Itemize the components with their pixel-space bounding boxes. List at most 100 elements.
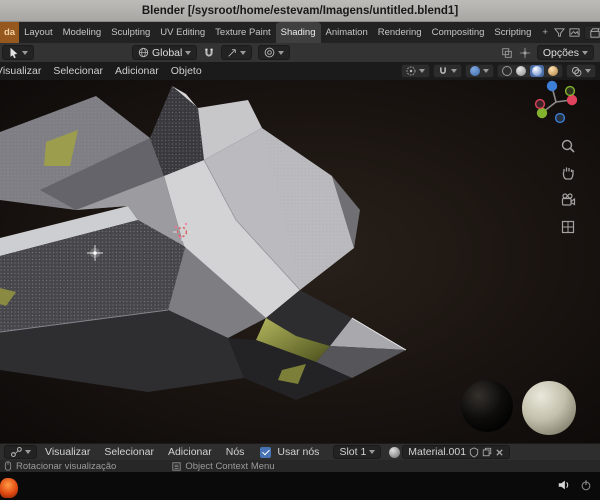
taskbar-right [557,478,592,492]
chevron-down-icon [22,50,28,55]
topbar-right: Scene [553,22,600,43]
menu-objeto[interactable]: Objeto [165,62,208,80]
tab-modeling[interactable]: Modeling [58,22,107,43]
material-shading-icon [532,66,542,76]
material-name-field[interactable]: Material.001 [402,445,511,459]
chevron-down-icon [585,69,591,73]
pivot-point-dropdown[interactable] [401,64,430,78]
tab-sculpting[interactable]: Sculpting [106,22,155,43]
tab-compositing[interactable]: Compositing [427,22,490,43]
snap-magnet-icon[interactable] [203,47,215,59]
tab-shading[interactable]: Shading [275,22,321,43]
copy-material-icon[interactable] [482,447,492,457]
status-left: Rotacionar visualização [4,461,116,472]
zoom-icon[interactable] [560,138,576,159]
3d-viewport[interactable]: Visualizar Selecionar Adicionar Objeto [0,62,600,443]
blender-window: Blender [/sysroot/home/estevam/Imagens/u… [0,0,600,500]
status-bar: Rotacionar visualização Object Context M… [0,460,600,472]
node-editor-icon [10,446,22,458]
tab-scripting[interactable]: Scripting [489,22,536,43]
tab-uv-editing[interactable]: UV Editing [155,22,210,43]
proportional-editing-icon [264,47,275,58]
navigation-gizmo[interactable] [532,78,580,131]
camera-view-icon[interactable] [560,192,576,213]
gizmo-sphere-icon [470,66,480,76]
transform-orientation-dropdown[interactable]: Global [132,45,198,60]
shader-menu-nos[interactable]: Nós [220,443,251,461]
tab-rendering[interactable]: Rendering [373,22,427,43]
status-hint-context: Object Context Menu [185,460,275,472]
object-mode-dropdown[interactable] [2,45,34,60]
axis-x-negative-icon [534,98,546,110]
add-workspace-button[interactable]: + [536,22,554,43]
tab-animation[interactable]: Animation [321,22,373,43]
filter-icon[interactable] [553,27,565,38]
scene-selector[interactable]: Scene [583,25,600,40]
window-title: Blender [/sysroot/home/estevam/Imagens/u… [141,4,459,17]
snap-dropdown[interactable] [433,64,462,78]
status-context: Object Context Menu [172,460,275,472]
viewport-nav-controls [560,138,576,240]
proportional-editing-dropdown[interactable] [258,45,291,60]
overlays-icon [571,66,582,77]
solid-shading-icon[interactable] [516,66,526,76]
window-titlebar[interactable]: Blender [/sysroot/home/estevam/Imagens/u… [0,0,600,22]
viewport-visibility-icon[interactable] [501,47,513,59]
shading-mode-switcher [497,64,563,78]
desktop-taskbar [0,472,600,500]
chevron-down-icon [483,69,489,73]
app-launcher-icon[interactable] [0,478,18,498]
editor-type-dropdown[interactable] [4,445,37,459]
tab-partial[interactable]: da [0,22,20,43]
preview-sphere-black[interactable] [461,380,513,432]
axis-y-negative-icon [564,85,576,97]
viewport-gizmos-icon[interactable] [519,47,531,59]
options-dropdown[interactable]: Opções [536,45,594,60]
chevron-down-icon [278,50,285,55]
globe-icon [138,47,149,58]
shader-menu-visualizar[interactable]: Visualizar [39,443,96,461]
snap-target-icon [227,48,237,58]
pivot-point-icon [406,66,416,76]
use-nodes-label: Usar nós [277,446,320,458]
axis-z-negative-icon [554,112,566,124]
speaker-icon[interactable] [557,478,571,492]
chevron-down-icon [451,69,457,73]
shader-menu-adicionar[interactable]: Adicionar [162,443,218,461]
topbar: da Layout Modeling Sculpting UV Editing … [0,22,600,43]
use-nodes-checkbox[interactable] [260,446,272,458]
axis-z-icon [546,80,558,92]
tab-texture-paint[interactable]: Texture Paint [210,22,275,43]
viewport-canvas[interactable] [0,80,600,443]
gizmo-dropdown[interactable] [465,64,494,78]
chevron-down-icon [369,450,376,454]
snap-magnet-icon [438,66,448,76]
material-sphere-icon[interactable] [389,446,401,458]
shader-menu-selecionar[interactable]: Selecionar [98,443,160,461]
image-icon[interactable] [569,27,580,38]
slot-label: Slot 1 [339,446,367,458]
material-name: Material.001 [408,446,467,458]
power-icon[interactable] [580,479,592,491]
axis-y-icon [536,107,548,119]
wireframe-shading-icon[interactable] [502,66,512,76]
ortho-grid-icon[interactable] [560,219,576,240]
overlays-dropdown[interactable] [566,64,596,78]
viewport-menus: Visualizar Selecionar Adicionar Objeto [0,62,208,80]
tab-layout[interactable]: Layout [19,22,58,43]
snap-options-dropdown[interactable] [221,45,253,60]
viewport-header: Visualizar Selecionar Adicionar Objeto [0,62,600,80]
slot-dropdown[interactable]: Slot 1 [333,445,382,459]
menu-visualizar[interactable]: Visualizar [0,62,47,80]
rendered-shading-icon[interactable] [548,66,558,76]
context-menu-icon [172,461,181,471]
material-shading-active[interactable] [530,65,544,77]
orientation-label: Global [152,46,183,59]
pan-hand-icon[interactable] [560,165,576,186]
menu-adicionar[interactable]: Adicionar [109,62,165,80]
fake-user-shield-icon[interactable] [469,446,479,458]
preview-sphere-tan[interactable] [522,381,576,435]
menu-selecionar[interactable]: Selecionar [47,62,109,80]
shader-editor-header: Visualizar Selecionar Adicionar Nós Usar… [0,443,600,460]
unlink-material-icon[interactable] [495,448,504,457]
